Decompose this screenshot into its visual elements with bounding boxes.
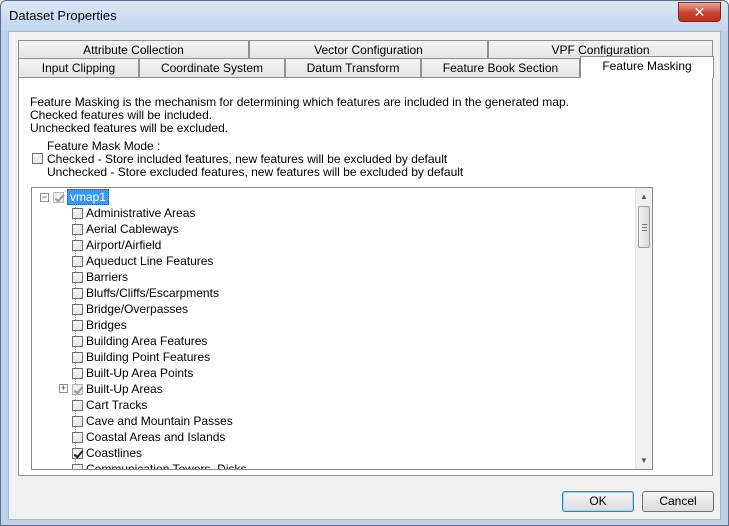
description-line-3: Unchecked features will be excluded.	[30, 121, 229, 135]
tab-label: Feature Book Section	[442, 61, 559, 75]
tree-item-label: Bluffs/Cliffs/Escarpments	[86, 286, 219, 300]
window-title: Dataset Properties	[9, 8, 117, 23]
tree-item-checkbox[interactable]	[72, 447, 83, 459]
tree-item[interactable]: Barriers	[72, 269, 128, 285]
tree-item-checkbox[interactable]	[72, 303, 83, 315]
tab-label: Vector Configuration	[314, 43, 423, 57]
tree-item-label: Built-Up Areas	[86, 382, 163, 396]
tab-label: VPF Configuration	[551, 43, 650, 57]
tree-item-label: Administrative Areas	[86, 206, 196, 220]
scroll-up-arrow-icon[interactable]: ▲	[636, 188, 652, 205]
tree-item[interactable]: Aerial Cableways	[72, 221, 179, 237]
tree-item-checkbox[interactable]	[72, 431, 83, 443]
tree-item-checkbox[interactable]	[72, 415, 83, 427]
tree-item[interactable]: Cave and Mountain Passes	[72, 413, 233, 429]
expand-icon[interactable]: +	[59, 384, 68, 393]
tree-item[interactable]: Bluffs/Cliffs/Escarpments	[72, 285, 219, 301]
tree-item-label: Coastal Areas and Islands	[86, 430, 226, 444]
tree-item-label: Communication Towers, Disks	[86, 462, 247, 470]
tree-item-label: Bridges	[86, 318, 127, 332]
mask-mode-unchecked-text: Unchecked - Store excluded features, new…	[47, 165, 464, 179]
tree-item-label: Barriers	[86, 270, 129, 284]
tree-item-checkbox[interactable]	[72, 207, 83, 219]
tree-item[interactable]: Coastal Areas and Islands	[72, 429, 225, 445]
tab-input-clipping[interactable]: Input Clipping	[18, 58, 139, 77]
tree-item[interactable]: Administrative Areas	[72, 205, 195, 221]
tree-item-checkbox[interactable]	[72, 383, 83, 395]
tree-item[interactable]: Bridge/Overpasses	[72, 301, 188, 317]
tree-item[interactable]: Building Point Features	[72, 349, 210, 365]
cancel-button[interactable]: Cancel	[642, 491, 714, 512]
tree-item-checkbox[interactable]	[72, 351, 83, 363]
tab-label: Input Clipping	[41, 61, 116, 75]
tree-item[interactable]: Airport/Airfield	[72, 237, 161, 253]
mask-mode-checkbox[interactable]	[32, 153, 43, 164]
tree-item[interactable]: Cart Tracks	[72, 397, 147, 413]
tree-item[interactable]: Built-Up Areas	[72, 381, 163, 397]
tree-item-label: Aerial Cableways	[86, 222, 179, 236]
tree-scrollbar[interactable]: ▲ ▼	[635, 188, 652, 469]
tree-item[interactable]: Built-Up Area Points	[72, 365, 193, 381]
tree-item-label: Coastlines	[86, 446, 143, 460]
close-button[interactable]: ✕	[678, 2, 721, 22]
dialog-client-area: Attribute Collection Vector Configuratio…	[8, 31, 721, 520]
scrollbar-thumb[interactable]	[638, 206, 650, 248]
tab-coordinate-system[interactable]: Coordinate System	[139, 58, 285, 77]
tab-label: Feature Masking	[602, 59, 692, 73]
feature-tree[interactable]: − vmap1 Administrative Areas Aerial Cable…	[31, 187, 653, 470]
feature-masking-panel: Feature Masking is the mechanism for det…	[18, 77, 713, 476]
tree-item-label: Building Point Features	[86, 350, 211, 364]
collapse-icon[interactable]: −	[40, 192, 49, 202]
tab-datum-transform[interactable]: Datum Transform	[285, 58, 421, 77]
tab-vector-configuration[interactable]: Vector Configuration	[249, 40, 488, 59]
tree-item-checkbox[interactable]	[72, 271, 83, 283]
scroll-down-arrow-icon[interactable]: ▼	[636, 452, 652, 469]
tree-item-checkbox[interactable]	[72, 239, 83, 251]
tree-item-label: Airport/Airfield	[86, 238, 162, 252]
tree-item-label: Built-Up Area Points	[86, 366, 194, 380]
tree-item-checkbox[interactable]	[72, 287, 83, 299]
tab-feature-masking[interactable]: Feature Masking	[580, 56, 714, 78]
tree-item-checkbox[interactable]	[72, 223, 83, 235]
ok-button[interactable]: OK	[562, 491, 634, 512]
tree-item-label: Bridge/Overpasses	[86, 302, 189, 316]
tree-item-checkbox[interactable]	[72, 463, 83, 469]
tree-item-checkbox[interactable]	[72, 399, 83, 411]
tree-item-label: Aqueduct Line Features	[86, 254, 214, 268]
tree-item[interactable]: Building Area Features	[72, 333, 207, 349]
tab-attribute-collection[interactable]: Attribute Collection	[18, 40, 249, 59]
tab-label: Datum Transform	[306, 61, 400, 75]
close-icon: ✕	[693, 3, 706, 20]
title-bar[interactable]: Dataset Properties ✕	[1, 1, 728, 31]
tree-root-label[interactable]: vmap1	[67, 189, 110, 205]
tree-item[interactable]: Coastlines	[72, 445, 142, 461]
tree-item-label: Building Area Features	[86, 334, 208, 348]
tree-root-row[interactable]: − vmap1	[40, 189, 110, 205]
tree-item-checkbox[interactable]	[72, 255, 83, 267]
tree-item-checkbox[interactable]	[72, 367, 83, 379]
tree-item[interactable]: Bridges	[72, 317, 127, 333]
tab-label: Coordinate System	[160, 61, 264, 75]
tree-root-checkbox[interactable]	[53, 191, 64, 203]
dialog-window: Dataset Properties ✕ Attribute Collectio…	[0, 0, 729, 526]
tab-feature-book-section[interactable]: Feature Book Section	[421, 58, 580, 77]
tree-item-label: Cave and Mountain Passes	[86, 414, 233, 428]
tree-item[interactable]: Aqueduct Line Features	[72, 253, 213, 269]
tab-label: Attribute Collection	[83, 43, 184, 57]
tree-item-checkbox[interactable]	[72, 319, 83, 331]
tree-item[interactable]: Communication Towers, Disks	[72, 461, 247, 470]
tree-item-checkbox[interactable]	[72, 335, 83, 347]
tree-item-label: Cart Tracks	[86, 398, 148, 412]
